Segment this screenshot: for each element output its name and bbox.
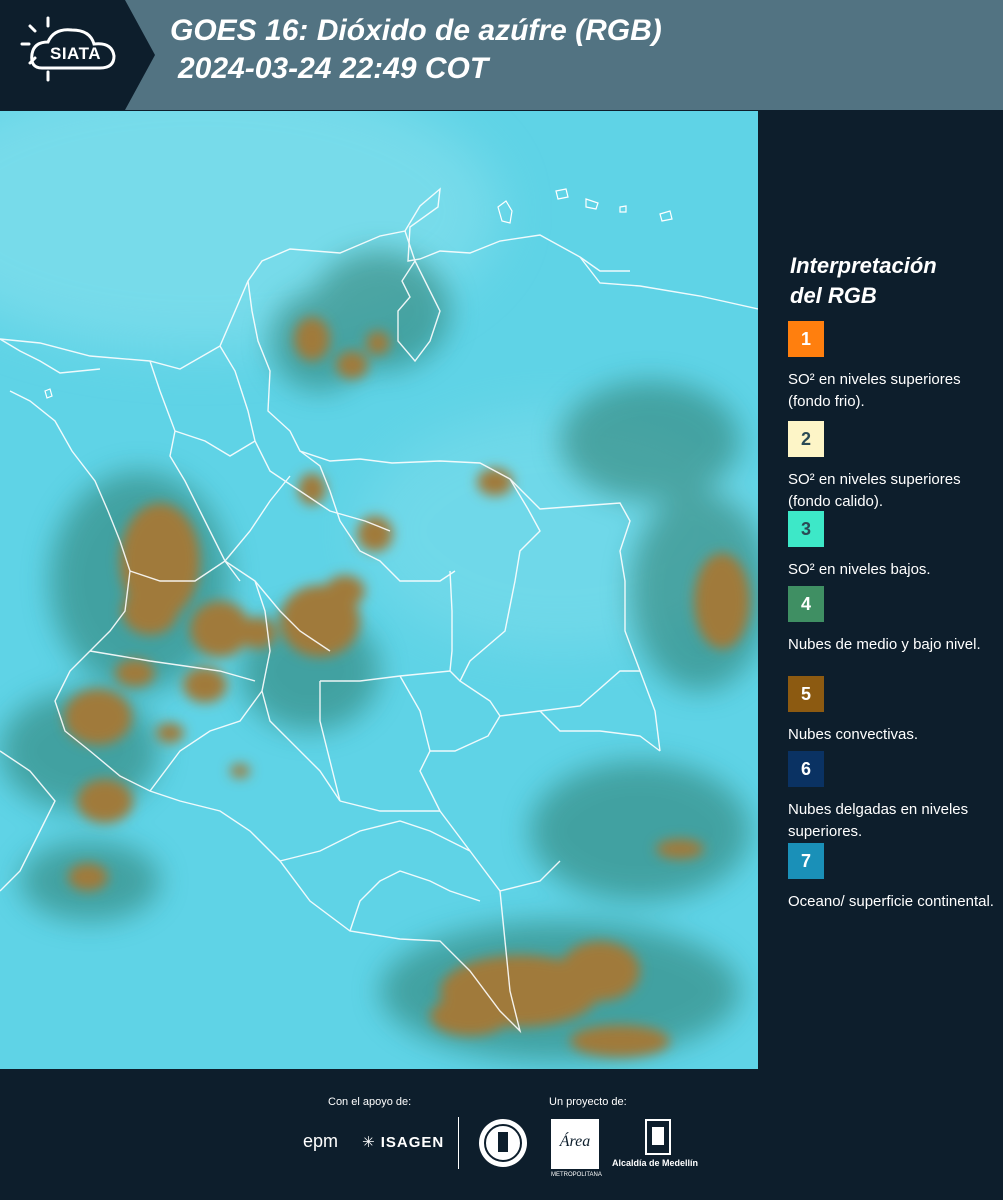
legend-item-label: SO² en niveles superiores (fondo frio).: [788, 371, 961, 410]
footer: Con el apoyo de: Un proyecto de: epm ✳ I…: [0, 1069, 1003, 1200]
legend-swatch: 1: [788, 321, 824, 357]
legend-item-label: SO² en niveles superiores (fondo calido)…: [788, 471, 961, 510]
epm-logo: epm: [303, 1131, 339, 1151]
siata-logo: SIATA: [0, 0, 155, 110]
title-datetime: 2024-03-24 22:49 COT: [178, 52, 489, 85]
area-logo-text: Área: [559, 1133, 591, 1150]
header: SIATA GOES 16: Dióxido de azúfre (RGB) 2…: [0, 0, 1003, 110]
legend-swatch: 6: [788, 751, 824, 787]
legend-item-label: Nubes convectivas.: [788, 726, 919, 743]
support-label: Con el apoyo de:: [328, 1096, 412, 1108]
legend-item-label: Nubes delgadas en niveles superiores.: [788, 801, 969, 840]
isagen-icon: ✳: [362, 1134, 376, 1151]
satellite-image: [0, 111, 758, 1069]
legend-swatch: 5: [788, 676, 824, 712]
area-logo-subtitle: METROPOLITANA: [551, 1172, 602, 1178]
legend-title: Interpretación del RGB: [790, 251, 937, 311]
legend-item: 4 Nubes de medio y bajo nivel.: [788, 586, 998, 656]
siata-logo-text: SIATA: [50, 44, 101, 63]
legend-item-label: Nubes de medio y bajo nivel.: [788, 636, 981, 653]
satellite-map: [0, 111, 758, 1069]
legend-title-line2: del RGB: [790, 283, 877, 308]
project-label: Un proyecto de:: [549, 1096, 627, 1108]
alcaldia-label: Alcaldía de Medellín: [612, 1158, 699, 1168]
isagen-text: ISAGEN: [380, 1134, 445, 1151]
legend-item: 5 Nubes convectivas.: [788, 676, 998, 746]
isagen-logo: ✳ ISAGEN: [362, 1133, 444, 1151]
legend-item-label: Oceano/ superficie continental.: [788, 893, 994, 910]
legend-title-line1: Interpretación: [790, 253, 937, 278]
alcaldia-shield-icon: [645, 1119, 671, 1155]
area-metropolitana-logo: Área: [551, 1119, 599, 1169]
legend-swatch: 4: [788, 586, 824, 622]
legend-item: 3 SO² en niveles bajos.: [788, 511, 998, 581]
legend-panel: Interpretación del RGB 1 SO² en niveles s…: [760, 111, 1003, 1069]
footer-divider: [458, 1117, 459, 1169]
legend-item-label: SO² en niveles bajos.: [788, 561, 931, 578]
title-product: GOES 16: Dióxido de azúfre (RGB): [170, 14, 662, 47]
legend-item: 2 SO² en niveles superiores (fondo calido…: [788, 421, 998, 513]
legend-swatch: 3: [788, 511, 824, 547]
legend-swatch: 7: [788, 843, 824, 879]
legend-item: 6 Nubes delgadas en niveles superiores.: [788, 751, 998, 843]
legend-item: 1 SO² en niveles superiores (fondo frio).: [788, 321, 998, 413]
seal-icon: [479, 1119, 527, 1167]
legend-item: 7 Oceano/ superficie continental.: [788, 843, 998, 913]
legend-swatch: 2: [788, 421, 824, 457]
